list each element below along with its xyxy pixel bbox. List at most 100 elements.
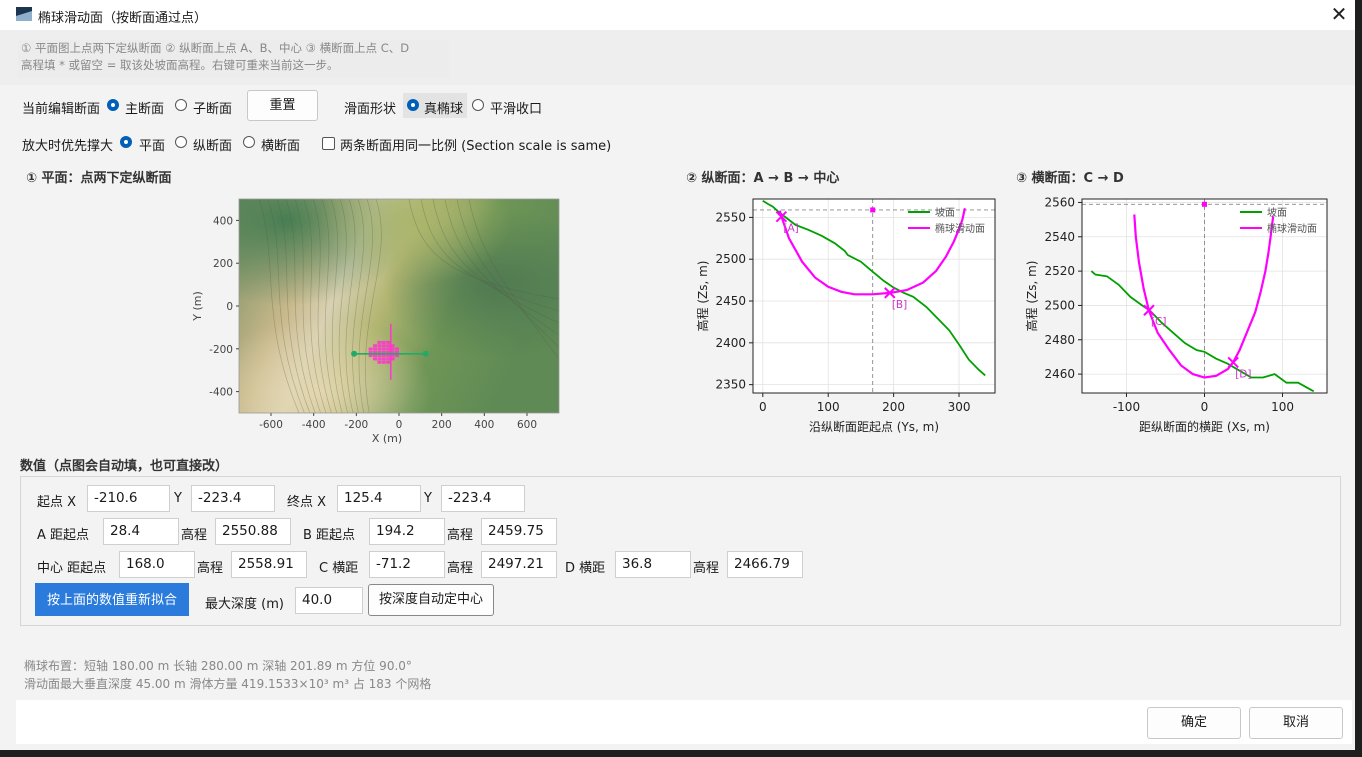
y-tick-label: 2500 — [715, 252, 746, 266]
c-dist-input[interactable]: -71.2 — [369, 551, 445, 578]
radio-zoom-long-label: 纵断面 — [193, 139, 233, 154]
center-dist-input[interactable]: 168.0 — [119, 551, 195, 578]
slide-cell — [373, 344, 377, 348]
start-y-input[interactable]: -223.4 — [191, 485, 275, 512]
x-tick-label: -100 — [1113, 400, 1140, 414]
slide-cell — [377, 360, 382, 364]
a-dist-label: A 距起点 — [37, 528, 90, 543]
cross-x-axis-label: 距纵断面的横距 (Xs, m) — [1139, 419, 1270, 434]
plan-map-chart[interactable]: -600 -400 -200 0 200 400 600 400 200 0 -200 -400 X (… — [180, 190, 580, 445]
shape-label: 滑面形状 — [344, 102, 397, 117]
auto-center-button[interactable]: 按深度自动定中心 — [368, 584, 494, 616]
y-tick-label: -200 — [209, 344, 233, 356]
y-tick-label: 2350 — [715, 378, 746, 392]
long-x-axis-label: 沿纵断面距起点 (Ys, m) — [809, 419, 939, 434]
y-tick-label: 2500 — [1044, 298, 1075, 312]
cross-legend-label: 坡面 — [1267, 206, 1287, 219]
radio-zoom-cross[interactable] — [243, 136, 255, 148]
slide-body — [368, 340, 399, 364]
start-x-input[interactable]: -210.6 — [87, 485, 170, 512]
d-dist-label: D 横距 — [565, 561, 606, 576]
center-elev-input[interactable]: 2558.91 — [231, 551, 307, 578]
x-tick-label: 100 — [817, 400, 840, 414]
radio-main-label: 主断面 — [125, 102, 165, 117]
end-y-input[interactable]: -223.4 — [441, 485, 525, 512]
a-elev-input[interactable]: 2550.88 — [215, 518, 291, 545]
y-tick-label: 2480 — [1044, 333, 1075, 347]
radio-sub-section[interactable] — [175, 99, 187, 111]
y-tick-label: 2540 — [1044, 230, 1075, 244]
x-tick-label: 100 — [1271, 400, 1294, 414]
window-title: 椭球滑动面（按断面通过点） — [38, 11, 208, 26]
radio-true-ellipsoid[interactable] — [407, 99, 419, 111]
hint-line-1: ① 平面图上点两下定纵断面 ② 纵断面上点 A、B、中心 ③ 横断面上点 C、D — [21, 41, 410, 55]
slide-cell — [381, 340, 386, 344]
x-tick-label: 200 — [882, 400, 905, 414]
radio-zoom-cross-label: 横断面 — [261, 139, 301, 154]
d-elev-label: 高程 — [693, 561, 720, 576]
radio-zoom-long[interactable] — [175, 136, 187, 148]
long-y-axis-label: 高程 (Zs, m) — [695, 261, 710, 332]
b-dist-input[interactable]: 194.2 — [369, 518, 445, 545]
b-elev-input[interactable]: 2459.75 — [481, 518, 557, 545]
long-legend-label: 椭球滑动面 — [935, 222, 985, 235]
close-icon[interactable]: ✕ — [1328, 3, 1350, 25]
slide-cell — [386, 360, 391, 364]
start-x-label: 起点 X — [37, 495, 77, 510]
cross-center-marker — [1202, 201, 1207, 207]
x-tick-label: 300 — [948, 400, 971, 414]
ok-button[interactable]: 确定 — [1147, 707, 1241, 739]
slide-cell — [381, 360, 386, 364]
end-x-label: 终点 X — [287, 495, 327, 510]
section-start-point — [351, 350, 358, 357]
long-point-label: [B] — [892, 299, 907, 311]
slide-cell — [381, 347, 386, 351]
max-depth-input[interactable]: 40.0 — [295, 587, 363, 614]
summary-line-1: 椭球布置：短轴 180.00 m 长轴 280.00 m 深轴 201.89 m… — [24, 659, 412, 673]
slide-cell — [377, 340, 382, 344]
x-tick-label: -200 — [344, 419, 368, 431]
center-elev-label: 高程 — [197, 561, 224, 576]
same-scale-checkbox[interactable] — [322, 137, 335, 150]
values-section-title: 数值（点图会自动填，也可直接改） — [20, 459, 229, 474]
radio-smooth-label: 平滑收口 — [490, 102, 543, 117]
a-elev-label: 高程 — [181, 528, 208, 543]
hint-box: ① 平面图上点两下定纵断面 ② 纵断面上点 A、B、中心 ③ 横断面上点 C、D… — [18, 40, 449, 78]
y-tick-label: 400 — [213, 215, 233, 227]
slide-cell — [386, 340, 391, 344]
long-section-chart[interactable]: 0 100 200 300 2550 2500 2450 2400 2350 沿纵断面距起点 (Y… — [690, 190, 1005, 435]
cross-section-title: ③ 横断面：C → D — [1016, 171, 1124, 186]
summary-line-2: 滑动面最大垂直深度 45.00 m 滑体方量 419.1533×10³ m³ 占… — [24, 677, 432, 691]
c-elev-label: 高程 — [447, 561, 474, 576]
d-elev-input[interactable]: 2466.79 — [727, 551, 803, 578]
x-tick-label: -600 — [259, 419, 283, 431]
a-dist-input[interactable]: 28.4 — [103, 518, 179, 545]
x-tick-label: 400 — [474, 419, 494, 431]
y-tick-label: 200 — [213, 258, 233, 270]
end-y-label: Y — [424, 491, 432, 506]
reset-button[interactable]: 重置 — [247, 90, 318, 121]
long-section-title: ② 纵断面：A → B → 中心 — [686, 171, 840, 186]
d-dist-input[interactable]: 36.8 — [615, 551, 691, 578]
radio-sub-label: 子断面 — [193, 102, 233, 117]
long-center-marker — [870, 207, 876, 213]
refit-button[interactable]: 按上面的数值重新拟合 — [35, 583, 189, 616]
slide-cell — [381, 357, 386, 361]
c-elev-input[interactable]: 2497.21 — [481, 551, 557, 578]
center-dist-label: 中心 距起点 — [37, 561, 107, 576]
cancel-button[interactable]: 取消 — [1249, 707, 1343, 739]
end-x-input[interactable]: 125.4 — [337, 485, 421, 512]
radio-smooth[interactable] — [472, 99, 484, 111]
y-tick-label: 2400 — [715, 336, 746, 350]
start-y-label: Y — [174, 491, 182, 506]
cross-legend-label: 椭球滑动面 — [1267, 222, 1317, 235]
cross-y-axis-label: 高程 (Zs, m) — [1024, 261, 1039, 332]
dialog-window: 椭球滑动面（按断面通过点） ✕ ① 平面图上点两下定纵断面 ② 纵断面上点 A、… — [0, 0, 1355, 750]
radio-zoom-plan[interactable] — [120, 136, 132, 148]
radio-main-section[interactable] — [107, 99, 119, 111]
cross-section-chart[interactable]: -100 0 100 2560 2540 2520 2500 2480 2460 距纵断面的横距 … — [1020, 190, 1355, 435]
c-dist-label: C 横距 — [319, 561, 359, 576]
long-point-label: [A] — [783, 223, 798, 235]
slide-cell — [373, 347, 377, 351]
slide-cell — [373, 357, 377, 361]
